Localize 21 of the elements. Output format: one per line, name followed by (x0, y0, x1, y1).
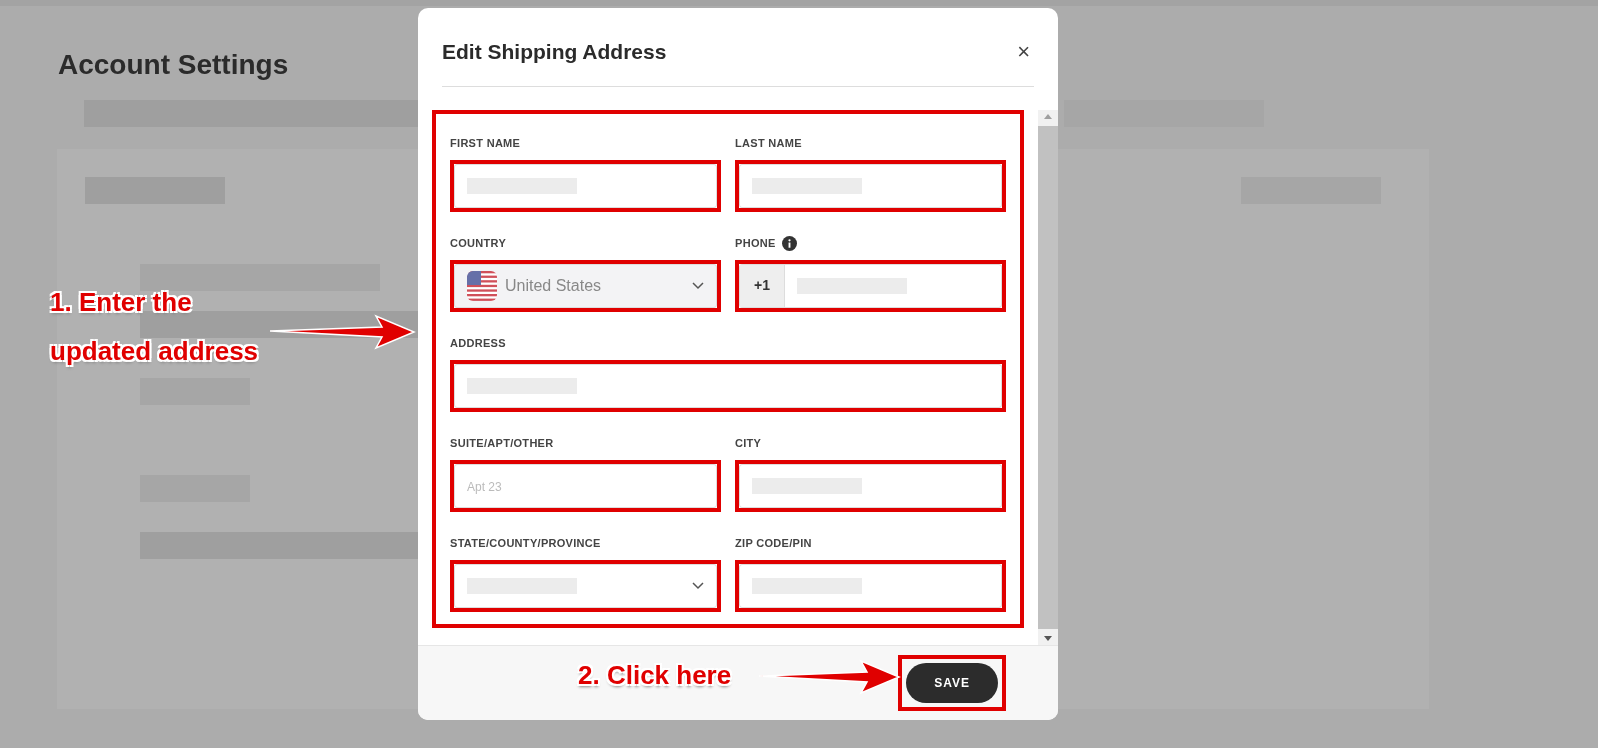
field-label: PHONE (735, 236, 776, 252)
field-label: ADDRESS (450, 336, 506, 352)
input-field[interactable]: Apt 23 (454, 463, 717, 508)
flag-icon (467, 270, 497, 301)
field-label: LAST NAME (735, 136, 802, 152)
chevron-icon (692, 581, 704, 590)
chevron-icon (692, 281, 704, 290)
field-label: CITY (735, 436, 762, 452)
save-button[interactable]: SAVE (906, 662, 998, 703)
annotation-text: 2. Click here (578, 659, 732, 692)
field-label: ZIP CODE/PIN (735, 536, 812, 552)
field-label: COUNTRY (450, 236, 507, 252)
modal-title: Edit Shipping Address (442, 39, 667, 65)
close-button[interactable]: × (1013, 40, 1034, 63)
phone-field[interactable]: +1 (739, 263, 1002, 308)
field-label: STATE/COUNTY/PROVINCE (450, 536, 601, 552)
scrollbar[interactable] (1038, 109, 1058, 645)
annotation-text: 1. Enter the updated address (50, 286, 260, 369)
page-title: Account Settings (58, 48, 289, 82)
field-label: FIRST NAME (450, 136, 521, 152)
field-label: SUITE/APT/OTHER (450, 436, 554, 452)
